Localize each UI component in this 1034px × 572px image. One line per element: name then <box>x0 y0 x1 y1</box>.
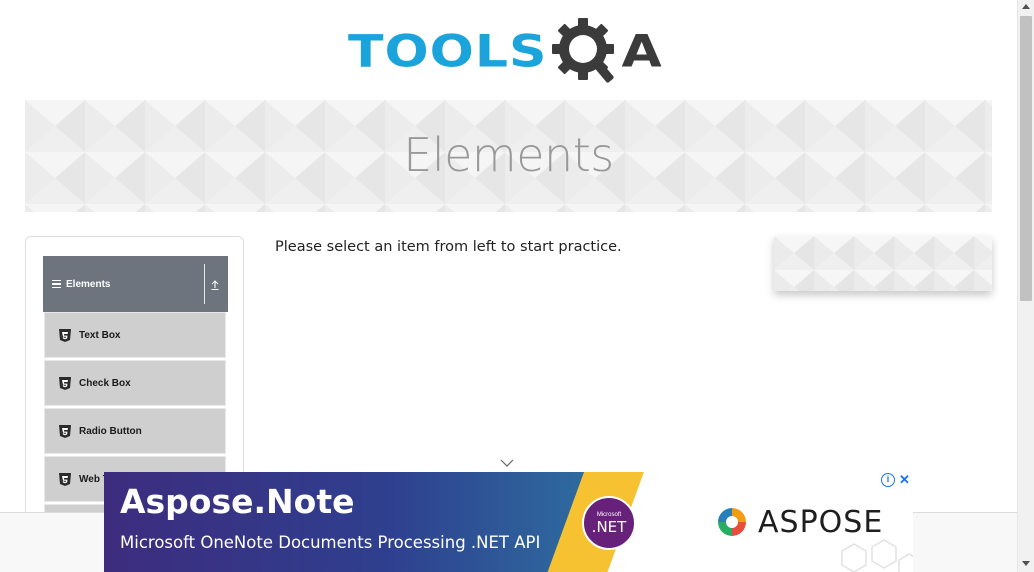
aspose-ad-banner[interactable]: Aspose.Note Microsoft OneNote Documents … <box>104 472 913 572</box>
logo-a-text: A <box>621 26 662 78</box>
logo-tools-text: TOOLS <box>348 26 548 78</box>
page-banner: Elements <box>25 100 992 212</box>
page-scrollbar[interactable] <box>1017 0 1034 572</box>
ad-title: Aspose.Note <box>120 482 355 521</box>
right-ad-placeholder[interactable] <box>774 236 992 291</box>
sidebar-item-label: Check Box <box>79 377 131 389</box>
html5-icon <box>59 472 71 486</box>
intro-text: Please select an item from left to start… <box>275 239 622 255</box>
sidebar-item-label: Radio Button <box>79 425 142 437</box>
html5-icon <box>59 328 71 342</box>
group-divider <box>204 264 205 304</box>
html5-icon <box>59 424 71 438</box>
close-icon[interactable]: ✕ <box>897 473 912 488</box>
hamburger-icon <box>52 279 61 289</box>
gear-magnifier-icon <box>552 18 615 83</box>
group-header-elements[interactable]: Elements <box>43 256 228 312</box>
sidebar-item-label: Text Box <box>79 329 121 341</box>
page: TOOLS A Elements Elements Text Box Check… <box>0 0 1034 572</box>
scroll-up-arrow-icon[interactable] <box>1022 4 1030 9</box>
dotnet-badge: Microsoft .NET <box>582 496 636 550</box>
sidebar-item-check-box[interactable]: Check Box <box>44 360 226 406</box>
ad-pattern <box>774 236 992 291</box>
scroll-down-arrow-icon[interactable] <box>1022 561 1030 566</box>
badge-big-text: .NET <box>591 518 627 536</box>
group-label: Elements <box>66 278 111 290</box>
hexagon-decoration <box>841 539 913 572</box>
html5-icon <box>59 376 71 390</box>
chevron-down-icon[interactable] <box>500 458 514 468</box>
scrollbar-thumb[interactable] <box>1020 16 1032 301</box>
page-title: Elements <box>403 128 614 182</box>
toolsqa-logo[interactable]: TOOLS A <box>348 14 662 90</box>
sidebar-item-radio-button[interactable]: Radio Button <box>44 408 226 454</box>
aspose-swirl-icon <box>718 508 746 536</box>
ad-subtitle: Microsoft OneNote Documents Processing .… <box>120 533 541 552</box>
collapse-up-icon[interactable] <box>209 279 221 291</box>
sidebar-item-text-box[interactable]: Text Box <box>44 312 226 358</box>
info-icon[interactable]: i <box>881 473 895 487</box>
